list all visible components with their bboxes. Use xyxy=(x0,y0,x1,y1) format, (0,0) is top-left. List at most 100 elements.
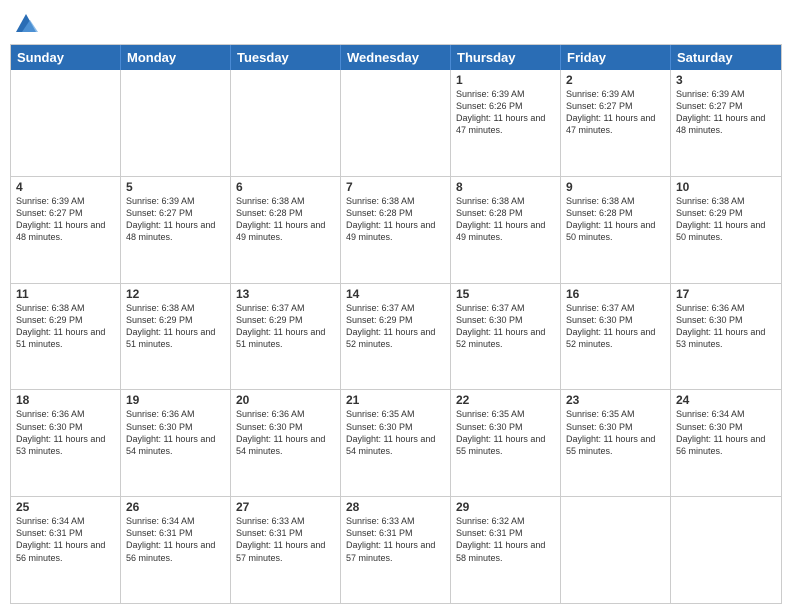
calendar-cell xyxy=(11,70,121,176)
calendar-cell: 24Sunrise: 6:34 AM Sunset: 6:30 PM Dayli… xyxy=(671,390,781,496)
sun-info: Sunrise: 6:38 AM Sunset: 6:29 PM Dayligh… xyxy=(126,302,225,351)
col-friday: Friday xyxy=(561,45,671,70)
day-number: 11 xyxy=(16,287,115,301)
day-number: 8 xyxy=(456,180,555,194)
calendar-cell: 7Sunrise: 6:38 AM Sunset: 6:28 PM Daylig… xyxy=(341,177,451,283)
calendar-cell xyxy=(121,70,231,176)
calendar-cell xyxy=(561,497,671,603)
day-number: 10 xyxy=(676,180,776,194)
calendar-cell: 11Sunrise: 6:38 AM Sunset: 6:29 PM Dayli… xyxy=(11,284,121,390)
day-number: 15 xyxy=(456,287,555,301)
calendar-cell: 2Sunrise: 6:39 AM Sunset: 6:27 PM Daylig… xyxy=(561,70,671,176)
sun-info: Sunrise: 6:36 AM Sunset: 6:30 PM Dayligh… xyxy=(236,408,335,457)
calendar-cell: 15Sunrise: 6:37 AM Sunset: 6:30 PM Dayli… xyxy=(451,284,561,390)
day-number: 29 xyxy=(456,500,555,514)
col-sunday: Sunday xyxy=(11,45,121,70)
calendar: Sunday Monday Tuesday Wednesday Thursday… xyxy=(10,44,782,604)
sun-info: Sunrise: 6:33 AM Sunset: 6:31 PM Dayligh… xyxy=(346,515,445,564)
calendar-cell: 18Sunrise: 6:36 AM Sunset: 6:30 PM Dayli… xyxy=(11,390,121,496)
sun-info: Sunrise: 6:36 AM Sunset: 6:30 PM Dayligh… xyxy=(16,408,115,457)
sun-info: Sunrise: 6:37 AM Sunset: 6:30 PM Dayligh… xyxy=(456,302,555,351)
sun-info: Sunrise: 6:37 AM Sunset: 6:29 PM Dayligh… xyxy=(236,302,335,351)
sun-info: Sunrise: 6:36 AM Sunset: 6:30 PM Dayligh… xyxy=(126,408,225,457)
calendar-cell: 19Sunrise: 6:36 AM Sunset: 6:30 PM Dayli… xyxy=(121,390,231,496)
col-wednesday: Wednesday xyxy=(341,45,451,70)
calendar-row-2: 4Sunrise: 6:39 AM Sunset: 6:27 PM Daylig… xyxy=(11,176,781,283)
sun-info: Sunrise: 6:34 AM Sunset: 6:30 PM Dayligh… xyxy=(676,408,776,457)
sun-info: Sunrise: 6:38 AM Sunset: 6:29 PM Dayligh… xyxy=(16,302,115,351)
sun-info: Sunrise: 6:39 AM Sunset: 6:27 PM Dayligh… xyxy=(566,88,665,137)
day-number: 2 xyxy=(566,73,665,87)
sun-info: Sunrise: 6:37 AM Sunset: 6:30 PM Dayligh… xyxy=(566,302,665,351)
calendar-row-4: 18Sunrise: 6:36 AM Sunset: 6:30 PM Dayli… xyxy=(11,389,781,496)
page: Sunday Monday Tuesday Wednesday Thursday… xyxy=(0,0,792,612)
calendar-cell xyxy=(671,497,781,603)
calendar-cell: 21Sunrise: 6:35 AM Sunset: 6:30 PM Dayli… xyxy=(341,390,451,496)
col-tuesday: Tuesday xyxy=(231,45,341,70)
day-number: 13 xyxy=(236,287,335,301)
calendar-body: 1Sunrise: 6:39 AM Sunset: 6:26 PM Daylig… xyxy=(11,70,781,603)
sun-info: Sunrise: 6:38 AM Sunset: 6:28 PM Dayligh… xyxy=(346,195,445,244)
calendar-cell: 29Sunrise: 6:32 AM Sunset: 6:31 PM Dayli… xyxy=(451,497,561,603)
day-number: 4 xyxy=(16,180,115,194)
sun-info: Sunrise: 6:34 AM Sunset: 6:31 PM Dayligh… xyxy=(16,515,115,564)
sun-info: Sunrise: 6:39 AM Sunset: 6:27 PM Dayligh… xyxy=(16,195,115,244)
col-monday: Monday xyxy=(121,45,231,70)
day-number: 22 xyxy=(456,393,555,407)
day-number: 27 xyxy=(236,500,335,514)
calendar-row-3: 11Sunrise: 6:38 AM Sunset: 6:29 PM Dayli… xyxy=(11,283,781,390)
calendar-cell: 5Sunrise: 6:39 AM Sunset: 6:27 PM Daylig… xyxy=(121,177,231,283)
day-number: 12 xyxy=(126,287,225,301)
day-number: 17 xyxy=(676,287,776,301)
day-number: 23 xyxy=(566,393,665,407)
day-number: 28 xyxy=(346,500,445,514)
day-number: 14 xyxy=(346,287,445,301)
calendar-row-1: 1Sunrise: 6:39 AM Sunset: 6:26 PM Daylig… xyxy=(11,70,781,176)
calendar-cell: 10Sunrise: 6:38 AM Sunset: 6:29 PM Dayli… xyxy=(671,177,781,283)
sun-info: Sunrise: 6:33 AM Sunset: 6:31 PM Dayligh… xyxy=(236,515,335,564)
day-number: 20 xyxy=(236,393,335,407)
calendar-cell: 1Sunrise: 6:39 AM Sunset: 6:26 PM Daylig… xyxy=(451,70,561,176)
day-number: 24 xyxy=(676,393,776,407)
calendar-cell: 12Sunrise: 6:38 AM Sunset: 6:29 PM Dayli… xyxy=(121,284,231,390)
sun-info: Sunrise: 6:35 AM Sunset: 6:30 PM Dayligh… xyxy=(346,408,445,457)
calendar-row-5: 25Sunrise: 6:34 AM Sunset: 6:31 PM Dayli… xyxy=(11,496,781,603)
calendar-cell xyxy=(341,70,451,176)
day-number: 7 xyxy=(346,180,445,194)
day-number: 21 xyxy=(346,393,445,407)
calendar-cell: 8Sunrise: 6:38 AM Sunset: 6:28 PM Daylig… xyxy=(451,177,561,283)
calendar-cell: 20Sunrise: 6:36 AM Sunset: 6:30 PM Dayli… xyxy=(231,390,341,496)
day-number: 3 xyxy=(676,73,776,87)
day-number: 25 xyxy=(16,500,115,514)
sun-info: Sunrise: 6:35 AM Sunset: 6:30 PM Dayligh… xyxy=(456,408,555,457)
calendar-cell xyxy=(231,70,341,176)
calendar-cell: 6Sunrise: 6:38 AM Sunset: 6:28 PM Daylig… xyxy=(231,177,341,283)
day-number: 6 xyxy=(236,180,335,194)
calendar-header: Sunday Monday Tuesday Wednesday Thursday… xyxy=(11,45,781,70)
logo-icon xyxy=(12,10,40,38)
sun-info: Sunrise: 6:38 AM Sunset: 6:28 PM Dayligh… xyxy=(566,195,665,244)
sun-info: Sunrise: 6:35 AM Sunset: 6:30 PM Dayligh… xyxy=(566,408,665,457)
calendar-cell: 27Sunrise: 6:33 AM Sunset: 6:31 PM Dayli… xyxy=(231,497,341,603)
day-number: 5 xyxy=(126,180,225,194)
sun-info: Sunrise: 6:39 AM Sunset: 6:26 PM Dayligh… xyxy=(456,88,555,137)
calendar-cell: 26Sunrise: 6:34 AM Sunset: 6:31 PM Dayli… xyxy=(121,497,231,603)
sun-info: Sunrise: 6:32 AM Sunset: 6:31 PM Dayligh… xyxy=(456,515,555,564)
calendar-cell: 23Sunrise: 6:35 AM Sunset: 6:30 PM Dayli… xyxy=(561,390,671,496)
day-number: 19 xyxy=(126,393,225,407)
calendar-cell: 14Sunrise: 6:37 AM Sunset: 6:29 PM Dayli… xyxy=(341,284,451,390)
calendar-cell: 17Sunrise: 6:36 AM Sunset: 6:30 PM Dayli… xyxy=(671,284,781,390)
header xyxy=(10,10,782,38)
col-saturday: Saturday xyxy=(671,45,781,70)
col-thursday: Thursday xyxy=(451,45,561,70)
logo xyxy=(10,14,40,38)
day-number: 9 xyxy=(566,180,665,194)
sun-info: Sunrise: 6:38 AM Sunset: 6:28 PM Dayligh… xyxy=(236,195,335,244)
calendar-cell: 25Sunrise: 6:34 AM Sunset: 6:31 PM Dayli… xyxy=(11,497,121,603)
day-number: 26 xyxy=(126,500,225,514)
calendar-cell: 3Sunrise: 6:39 AM Sunset: 6:27 PM Daylig… xyxy=(671,70,781,176)
calendar-cell: 9Sunrise: 6:38 AM Sunset: 6:28 PM Daylig… xyxy=(561,177,671,283)
calendar-cell: 16Sunrise: 6:37 AM Sunset: 6:30 PM Dayli… xyxy=(561,284,671,390)
sun-info: Sunrise: 6:39 AM Sunset: 6:27 PM Dayligh… xyxy=(126,195,225,244)
sun-info: Sunrise: 6:39 AM Sunset: 6:27 PM Dayligh… xyxy=(676,88,776,137)
